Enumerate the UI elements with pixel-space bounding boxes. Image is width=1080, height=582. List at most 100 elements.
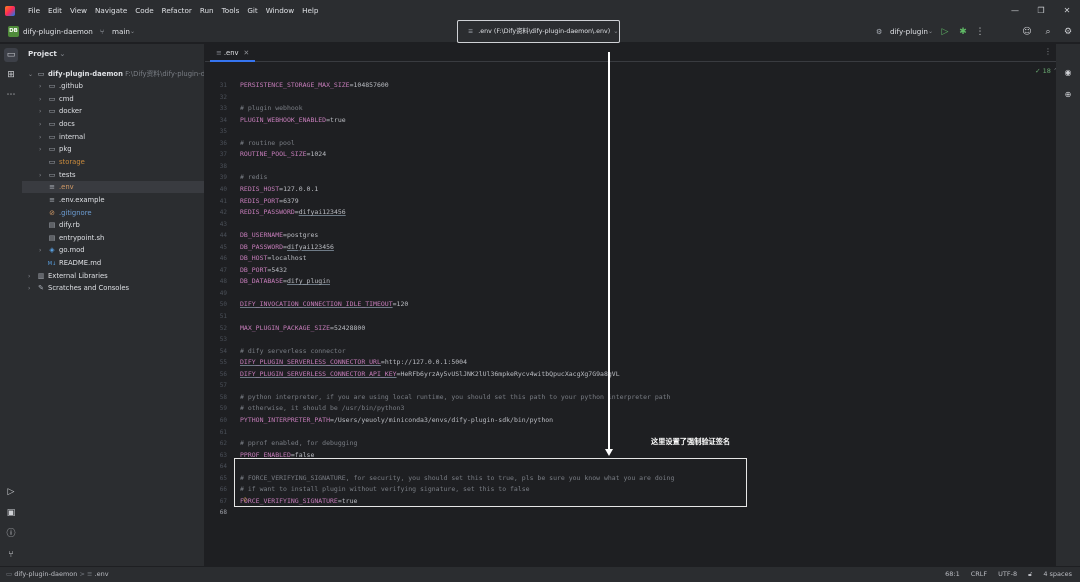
tree-item[interactable]: ⊘ .gitignore <box>22 207 204 219</box>
code-line[interactable]: # dify serverless connector <box>240 346 346 357</box>
breadcrumb-file[interactable]: .env <box>95 570 109 578</box>
expand-arrow-icon[interactable]: › <box>39 132 47 144</box>
problems-icon[interactable]: ⓘ <box>4 527 18 541</box>
breadcrumb-project[interactable]: dify-plugin-daemon <box>14 570 77 578</box>
expand-arrow-icon[interactable]: › <box>28 271 36 283</box>
code-line[interactable]: PLUGIN_WEBHOOK_ENABLED=true <box>240 115 346 126</box>
close-tab-icon[interactable]: ✕ <box>244 49 250 57</box>
account-icon[interactable]: ☺ <box>1020 25 1034 39</box>
expand-arrow-icon[interactable]: › <box>39 119 47 131</box>
project-folder-icon[interactable]: ▭ <box>4 48 18 62</box>
code-line[interactable]: DB_PASSWORD=difyai123456 <box>240 242 334 253</box>
tree-item[interactable]: › ▭ docker <box>22 105 204 118</box>
tree-item[interactable]: › ▭ pkg <box>22 143 204 156</box>
code-line[interactable]: DIFY_INVOCATION_CONNECTION_IDLE_TIMEOUT=… <box>240 299 408 310</box>
search-everywhere-field[interactable]: ≡ .env (F:\Dify资料\dify-plugin-daemon\.env… <box>457 20 620 43</box>
debug-icon[interactable]: ✱ <box>956 25 970 39</box>
tab-list-icon[interactable]: ⋮ <box>1044 47 1052 56</box>
code-line[interactable]: REDIS_PASSWORD=difyai123456 <box>240 207 346 218</box>
file-encoding[interactable]: UTF-8 <box>998 567 1017 582</box>
tree-item[interactable]: ▤ dify.rb <box>22 219 204 231</box>
project-panel-title[interactable]: Project ⌄ <box>28 49 65 58</box>
menu-item-refactor[interactable]: Refactor <box>158 6 196 15</box>
code-line[interactable]: # python interpreter, if you are using l… <box>240 392 670 403</box>
more-actions-icon[interactable]: ⋮ <box>973 25 987 39</box>
chevron-down-icon[interactable]: ⌄ <box>613 28 618 35</box>
code-line[interactable]: ROUTINE_POOL_SIZE=1024 <box>240 149 326 160</box>
code-line[interactable]: REDIS_HOST=127.0.0.1 <box>240 184 318 195</box>
code-line[interactable]: DB_USERNAME=postgres <box>240 230 318 241</box>
line-separator[interactable]: CRLF <box>971 567 987 582</box>
tree-item[interactable]: ≡ .env.example <box>22 194 204 206</box>
tree-item[interactable]: › ▭ internal <box>22 131 204 144</box>
services-icon[interactable]: ▷ <box>4 485 18 499</box>
tree-item[interactable]: M↓ README.md <box>22 257 204 269</box>
tree-item[interactable]: ▤ entrypoint.sh <box>22 232 204 244</box>
indent-setting[interactable]: 4 spaces <box>1043 567 1072 582</box>
project-badge[interactable]: DB <box>8 26 19 37</box>
lock-icon[interactable]: 🔓︎ <box>1028 567 1032 582</box>
expand-arrow-icon[interactable]: › <box>39 170 47 182</box>
chevron-down-icon[interactable]: ⌄ <box>928 21 933 43</box>
run-icon[interactable]: ▷ <box>938 25 952 39</box>
tree-item[interactable]: › ◈ go.mod <box>22 244 204 257</box>
menu-item-window[interactable]: Window <box>262 6 298 15</box>
chevron-down-icon[interactable]: ⌄ <box>59 49 65 58</box>
tree-item[interactable]: › ▭ .github <box>22 80 204 93</box>
tree-item[interactable]: › ▭ tests <box>22 169 204 182</box>
expand-arrow-icon[interactable]: › <box>39 81 47 93</box>
tree-item[interactable]: › ▥ External Libraries <box>22 270 204 283</box>
code-line[interactable]: # pprof enabled, for debugging <box>240 438 357 449</box>
code-line[interactable]: # routine pool <box>240 138 295 149</box>
code-line[interactable]: DB_PORT=5432 <box>240 265 287 276</box>
editor-tab-env[interactable]: ≡ .env ✕ <box>210 44 256 62</box>
git-icon[interactable]: ⑂ <box>4 548 18 562</box>
database-icon[interactable]: ⊕ <box>1061 88 1075 102</box>
run-config-selector[interactable]: dify-plugin <box>890 21 928 43</box>
branch-selector[interactable]: main <box>112 21 130 43</box>
code-line[interactable]: REDIS_PORT=6379 <box>240 196 299 207</box>
menu-item-edit[interactable]: Edit <box>44 6 66 15</box>
menu-item-navigate[interactable]: Navigate <box>91 6 131 15</box>
code-line[interactable]: PERSISTENCE_STORAGE_MAX_SIZE=104857600 <box>240 80 389 91</box>
chevron-down-icon[interactable]: ⌄ <box>130 21 135 43</box>
settings-gear-icon[interactable]: ⚙ <box>1061 25 1075 39</box>
tree-item[interactable]: › ▭ cmd <box>22 93 204 106</box>
code-line[interactable]: DIFY_PLUGIN_SERVERLESS_CONNECTOR_API_KEY… <box>240 369 620 380</box>
code-line[interactable]: DB_DATABASE=dify_plugin <box>240 276 330 287</box>
expand-arrow-icon[interactable]: › <box>28 283 36 295</box>
project-selector[interactable]: dify-plugin-daemon <box>23 21 93 43</box>
code-line[interactable]: DIFY_PLUGIN_SERVERLESS_CONNECTOR_URL=htt… <box>240 357 467 368</box>
tree-item[interactable]: › ▭ docs <box>22 118 204 131</box>
menu-item-view[interactable]: View <box>66 6 91 15</box>
code-line[interactable]: PYTHON_INTERPRETER_PATH=/Users/yeuoly/mi… <box>240 415 553 426</box>
more-tools-icon[interactable]: ⋯ <box>4 88 18 102</box>
menu-item-file[interactable]: File <box>24 6 44 15</box>
menu-item-run[interactable]: Run <box>196 6 218 15</box>
minimize-icon[interactable]: — <box>1002 0 1028 21</box>
terminal-icon[interactable]: ▣ <box>4 506 18 520</box>
expand-arrow-icon[interactable]: › <box>39 106 47 118</box>
menu-item-code[interactable]: Code <box>131 6 157 15</box>
expand-arrow-icon[interactable]: › <box>39 144 47 156</box>
menu-item-git[interactable]: Git <box>243 6 261 15</box>
close-icon[interactable]: ✕ <box>1054 0 1080 21</box>
chevron-down-icon[interactable]: ⌄ <box>86 21 91 43</box>
expand-arrow-icon[interactable]: › <box>39 245 47 257</box>
code-line[interactable]: # redis <box>240 172 267 183</box>
expand-arrow-icon[interactable]: › <box>39 94 47 106</box>
code-line[interactable]: # otherwise, it should be /usr/bin/pytho… <box>240 403 404 414</box>
cursor-position[interactable]: 68:1 <box>945 567 960 582</box>
search-icon[interactable]: ⌕ <box>1041 25 1055 39</box>
menu-item-help[interactable]: Help <box>298 6 322 15</box>
menu-item-tools[interactable]: Tools <box>218 6 244 15</box>
notifications-icon[interactable]: ◉ <box>1061 66 1075 80</box>
structure-icon[interactable]: ⊞ <box>4 68 18 82</box>
code-line[interactable]: # plugin webhook <box>240 103 303 114</box>
code-line[interactable]: DB_HOST=localhost <box>240 253 307 264</box>
code-line[interactable]: MAX_PLUGIN_PACKAGE_SIZE=52428800 <box>240 323 365 334</box>
restore-icon[interactable]: ❐ <box>1028 0 1054 21</box>
tree-item[interactable]: › ✎ Scratches and Consoles <box>22 282 204 295</box>
tree-item[interactable]: ≡ .env <box>22 181 204 194</box>
project-root[interactable]: ⌄ ▭ dify-plugin-daemon F:\Dify资料\dify-plug… <box>22 68 204 80</box>
